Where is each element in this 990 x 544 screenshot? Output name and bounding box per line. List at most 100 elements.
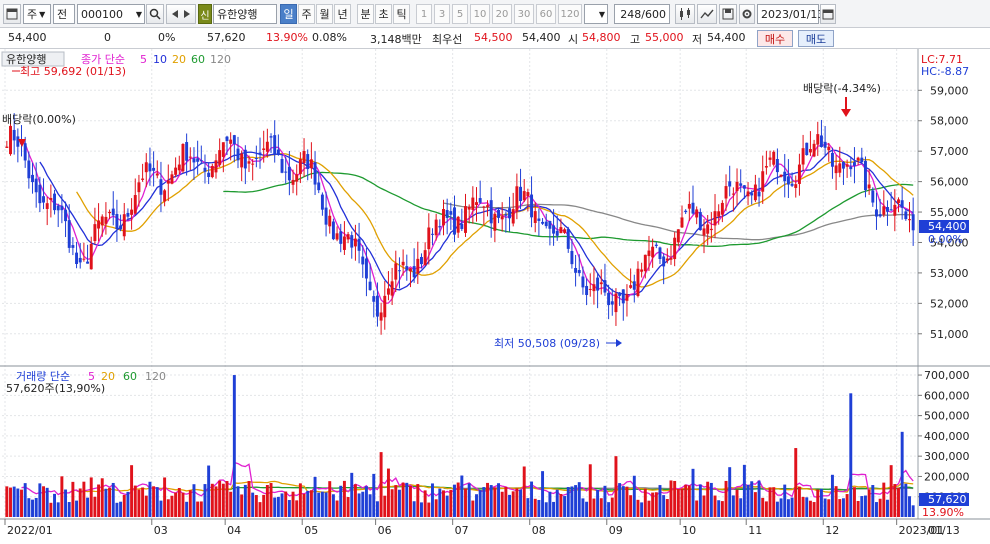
- prefix-select[interactable]: 전: [53, 4, 75, 24]
- candle-body: [886, 206, 889, 212]
- legend-ma120: 120: [210, 53, 231, 66]
- code-input[interactable]: 000100 ▼: [77, 4, 145, 24]
- candle-body: [511, 209, 515, 224]
- tab-day[interactable]: 일: [280, 4, 297, 24]
- interval-5[interactable]: 5: [452, 4, 468, 24]
- interval-30-label: 30: [517, 8, 531, 20]
- candle-body: [801, 148, 805, 165]
- volume-bar: [684, 484, 688, 517]
- volume-bar: [247, 481, 251, 517]
- candle-body: [225, 136, 229, 142]
- stock-name: 유한양행: [217, 8, 258, 21]
- candle-body: [592, 284, 596, 292]
- price-tick-label: 51,000: [930, 328, 969, 341]
- window-icon[interactable]: [3, 4, 21, 24]
- volume-bar: [5, 486, 9, 517]
- volume-bar: [504, 486, 508, 517]
- interval-20[interactable]: 20: [492, 4, 512, 24]
- volume-bar: [357, 493, 361, 517]
- calendar-icon[interactable]: [820, 4, 836, 24]
- candle-body: [489, 200, 493, 224]
- volume-bar: [401, 482, 405, 517]
- tab-month[interactable]: 월: [316, 4, 333, 24]
- high-label: 고: [630, 33, 641, 46]
- candle-body: [309, 159, 313, 169]
- volume-bar: [555, 489, 559, 517]
- tab-tick[interactable]: 틱: [393, 4, 410, 24]
- candle-body: [313, 162, 317, 185]
- candle-body: [860, 157, 864, 163]
- volume-bar: [405, 482, 409, 517]
- interval-3[interactable]: 3: [434, 4, 450, 24]
- settings-icon[interactable]: [739, 4, 755, 24]
- tab-week[interactable]: 주: [298, 4, 315, 24]
- candle-body: [431, 233, 434, 235]
- sell-button[interactable]: 매도: [798, 30, 834, 47]
- interval-1[interactable]: 1: [416, 4, 432, 24]
- volume-bar: [735, 489, 739, 517]
- interval-custom[interactable]: ▼: [584, 4, 608, 24]
- tab-second[interactable]: 초: [375, 4, 392, 24]
- candle-body: [97, 220, 101, 229]
- prev-next-icon[interactable]: [166, 4, 196, 24]
- tab-minute-label: 분: [360, 8, 371, 21]
- volume-bar: [537, 499, 541, 517]
- volume-bar: [566, 487, 570, 517]
- date-field[interactable]: 2023/01/13: [757, 4, 824, 24]
- save-icon[interactable]: [719, 4, 737, 24]
- volume-bar: [882, 482, 886, 517]
- price-tick-label: 55,000: [930, 206, 969, 219]
- chart-tools-icon[interactable]: [675, 4, 695, 24]
- tab-year[interactable]: 년: [334, 4, 351, 24]
- volume-bar: [320, 491, 324, 517]
- candle-body: [713, 211, 717, 226]
- interval-30[interactable]: 30: [514, 4, 534, 24]
- chart-area[interactable]: 59,000 58,000 57,000 56,000 55,000 54,000 53,0…: [0, 49, 990, 541]
- volume-bar: [49, 502, 53, 517]
- candle-body: [420, 256, 423, 265]
- stock-chart-svg[interactable]: 59,00058,00057,00056,00055,00054,00053,0…: [0, 49, 990, 541]
- trade-amount: 3,148백만: [370, 33, 422, 46]
- candle-body: [812, 143, 816, 157]
- volume-bar: [610, 497, 614, 517]
- volume-bar: [493, 487, 497, 517]
- volume-bar: [687, 485, 691, 517]
- candle-body: [559, 227, 563, 234]
- interval-60[interactable]: 60: [536, 4, 556, 24]
- ask-price: 54,500: [474, 31, 513, 44]
- volume-bar: [258, 502, 262, 517]
- tab-tick-label: 틱: [396, 8, 407, 21]
- candle-body: [401, 261, 405, 266]
- candle-body: [856, 157, 860, 161]
- candle-body: [199, 160, 203, 162]
- interval-120[interactable]: 120: [558, 4, 582, 24]
- volume-bar: [78, 488, 82, 517]
- candle-body: [141, 178, 145, 180]
- volume-bar: [269, 483, 273, 517]
- volume-bar: [897, 487, 900, 517]
- stock-name-field[interactable]: 유한양행: [213, 4, 277, 24]
- x-tick-label: 05: [304, 524, 318, 537]
- volume-value: 57,620: [207, 31, 246, 44]
- volume-bar: [849, 393, 853, 517]
- credit-badge-text: 신: [200, 10, 210, 22]
- buy-button[interactable]: 매수: [757, 30, 793, 47]
- candle-body: [64, 209, 68, 222]
- candle-body: [746, 191, 750, 197]
- type-select[interactable]: 주 ▼: [23, 4, 51, 24]
- volume-bar: [823, 498, 827, 517]
- volume-bar: [739, 498, 743, 517]
- tab-minute[interactable]: 분: [357, 4, 374, 24]
- hc-label: HC:-8.87: [921, 65, 969, 78]
- search-icon[interactable]: [146, 4, 164, 24]
- volume-bar: [860, 496, 864, 517]
- candle-body: [603, 280, 607, 293]
- interval-10[interactable]: 10: [470, 4, 490, 24]
- volume-bar: [12, 486, 16, 517]
- count-field[interactable]: 248/600: [614, 4, 670, 24]
- draw-line-icon[interactable]: [697, 4, 717, 24]
- volume-bar: [772, 487, 776, 517]
- volume-bar: [588, 464, 592, 517]
- volume-bar: [306, 490, 310, 517]
- candle-body: [467, 206, 471, 210]
